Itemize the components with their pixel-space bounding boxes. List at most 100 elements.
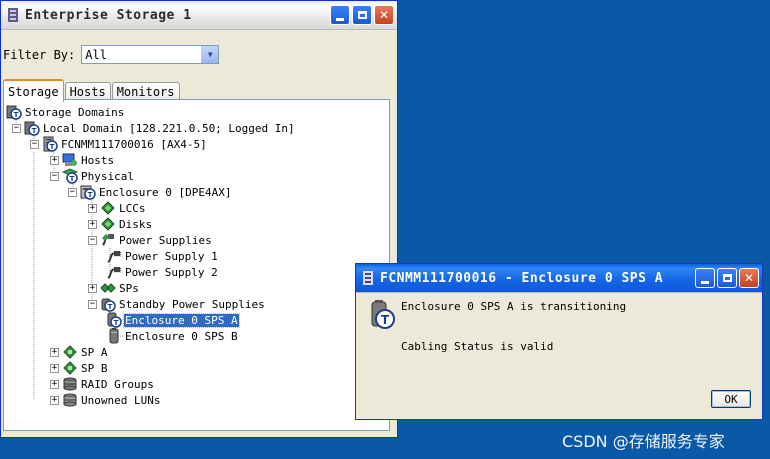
tree-node-label: SP B [81, 361, 108, 375]
tree-node[interactable]: + Disks [88, 216, 153, 232]
close-button[interactable]: ✕ [374, 5, 394, 25]
tree-node-label: Power Supply 1 [125, 249, 218, 263]
power-plug-icon [106, 248, 122, 264]
tree-node-label: FCNMM111700016 [AX4-5] [61, 137, 207, 151]
expand-icon[interactable]: + [50, 347, 59, 357]
tree-node[interactable]: T Enclosure 0 SPS A [106, 312, 240, 328]
main-window-title: Enterprise Storage 1 [25, 7, 192, 23]
enclosure-icon: T [80, 184, 96, 200]
standby-power-icon: T [100, 296, 116, 312]
svg-text:T: T [108, 303, 113, 311]
power-plug-icon [106, 264, 122, 280]
main-title-bar[interactable]: Enterprise Storage 1 ✕ [1, 1, 397, 30]
minimize-icon [701, 280, 709, 284]
tree-node[interactable]: − T Enclosure 0 [DPE4AX] [68, 184, 232, 200]
disks-icon [100, 216, 116, 232]
sps-icon [100, 280, 116, 296]
power-supplies-icon [100, 232, 116, 248]
tree-node[interactable]: + LCCs [88, 200, 147, 216]
dialog-minimize-button[interactable] [695, 268, 715, 288]
expand-icon[interactable]: + [88, 203, 97, 213]
collapse-icon[interactable]: − [50, 171, 59, 181]
tree-node-label: Physical [81, 169, 134, 183]
expand-icon[interactable]: + [50, 155, 59, 165]
tree-node-label: Disks [119, 217, 153, 231]
collapse-icon[interactable]: − [68, 187, 77, 197]
tree-node[interactable]: − T Local Domain [128.221.0.50; Logged In] [12, 120, 296, 136]
sps-battery-transition-icon: T [106, 312, 122, 328]
svg-text:T: T [114, 319, 119, 327]
tree-node-label: Storage Domains [25, 105, 125, 119]
tree-node[interactable]: + SP B [50, 360, 109, 376]
tree-node-label: Unowned LUNs [81, 393, 161, 407]
svg-text:T: T [70, 175, 75, 183]
tree-node[interactable]: − T FCNMM111700016 [AX4-5] [30, 136, 208, 152]
filter-value: All [85, 47, 107, 62]
expand-icon[interactable]: + [50, 395, 59, 405]
tree-node-label: Enclosure 0 SPS A [123, 312, 240, 328]
dialog-message-cabling: Cabling Status is valid [401, 340, 554, 353]
maximize-icon [357, 11, 367, 19]
storage-tree[interactable]: T Storage Domains − T Local Domain [128.221.… [3, 99, 390, 431]
storage-domains-icon: T [6, 104, 22, 120]
tree-node[interactable]: Enclosure 0 SPS B [106, 328, 239, 344]
dialog-close-button[interactable]: ✕ [739, 268, 759, 288]
svg-text:T: T [381, 313, 390, 327]
tree-node-label: SPs [119, 281, 139, 295]
filter-label: Filter By: [3, 47, 76, 62]
tree-node-label: Enclosure 0 [DPE4AX] [99, 185, 232, 199]
luns-icon [62, 392, 78, 408]
filter-row: Filter By: All ▼ [3, 45, 220, 64]
enterprise-storage-window: Enterprise Storage 1 ✕ Filter By: All ▼ … [0, 0, 398, 438]
minimize-icon [336, 17, 344, 21]
tab-storage[interactable]: Storage [3, 79, 64, 102]
tree-node-label: Local Domain [128.221.0.50; Logged In] [43, 121, 295, 135]
ok-button[interactable]: OK [711, 390, 751, 408]
minimize-button[interactable] [330, 5, 350, 25]
tree-node-label: Power Supplies [119, 233, 212, 247]
dialog-title: FCNMM111700016 - Enclosure 0 SPS A [380, 270, 664, 286]
collapse-icon[interactable]: − [12, 123, 21, 133]
tree-node-label: Hosts [81, 153, 115, 167]
expand-icon[interactable]: + [88, 219, 97, 229]
tab-bar: Storage Hosts Monitors [3, 78, 181, 102]
lcc-icon [100, 200, 116, 216]
tree-node[interactable]: Power Supply 2 [106, 264, 219, 280]
app-icon [6, 8, 20, 22]
tree-node[interactable]: − T Standby Power Supplies [88, 296, 266, 312]
expand-icon[interactable]: + [50, 379, 59, 389]
tree-node[interactable]: + Hosts [50, 152, 115, 168]
expand-icon[interactable]: + [50, 363, 59, 373]
sps-status-dialog: FCNMM111700016 - Enclosure 0 SPS A ✕ T E… [355, 263, 763, 420]
physical-icon: T [62, 168, 78, 184]
tree-node[interactable]: T Storage Domains [6, 104, 125, 120]
storage-system-icon: T [42, 136, 58, 152]
tree-node[interactable]: + SPs [88, 280, 140, 296]
svg-text:T: T [50, 143, 55, 151]
tree-node[interactable]: Power Supply 1 [106, 248, 219, 264]
sps-battery-icon [106, 328, 122, 344]
sps-battery-transition-icon: T [370, 300, 396, 333]
tree-node-label: Standby Power Supplies [119, 297, 265, 311]
chevron-down-icon[interactable]: ▼ [201, 46, 219, 63]
collapse-icon[interactable]: − [30, 139, 39, 149]
collapse-icon[interactable]: − [88, 299, 97, 309]
svg-text:T: T [14, 111, 19, 119]
tree-node[interactable]: + RAID Groups [50, 376, 155, 392]
maximize-button[interactable] [352, 5, 372, 25]
svg-text:T: T [88, 191, 93, 199]
collapse-icon[interactable]: − [88, 235, 97, 245]
tree-node[interactable]: + Unowned LUNs [50, 392, 161, 408]
watermark: CSDN @存储服务专家 [562, 432, 725, 451]
filter-dropdown[interactable]: All ▼ [81, 45, 220, 64]
dialog-maximize-button[interactable] [717, 268, 737, 288]
tree-node[interactable]: + SP A [50, 344, 109, 360]
tree-node-label: LCCs [119, 201, 146, 215]
tree-node[interactable]: − T Physical [50, 168, 135, 184]
dialog-title-bar[interactable]: FCNMM111700016 - Enclosure 0 SPS A ✕ [356, 264, 762, 293]
close-icon: ✕ [378, 8, 390, 22]
tree-node[interactable]: − Power Supplies [88, 232, 213, 248]
tree-node-label: Power Supply 2 [125, 265, 218, 279]
sp-icon [62, 344, 78, 360]
expand-icon[interactable]: + [88, 283, 97, 293]
